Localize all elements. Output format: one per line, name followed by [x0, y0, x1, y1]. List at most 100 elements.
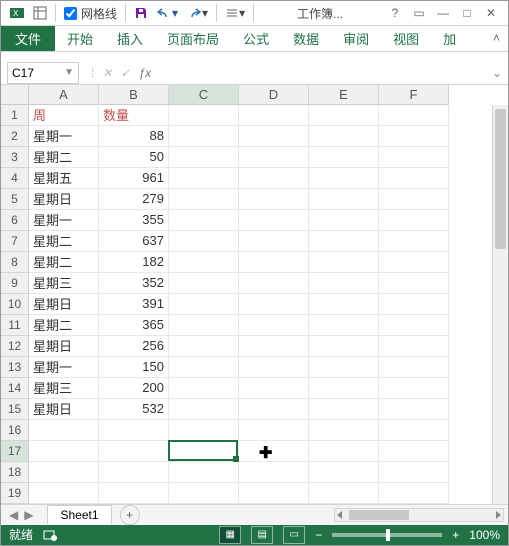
- cell[interactable]: [309, 315, 379, 336]
- zoom-slider[interactable]: [332, 533, 442, 537]
- cell[interactable]: [99, 441, 169, 462]
- cell[interactable]: [169, 147, 239, 168]
- fx-icon[interactable]: ƒx: [138, 66, 151, 80]
- cell[interactable]: 星期二: [29, 252, 99, 273]
- cell[interactable]: [379, 105, 449, 126]
- cell[interactable]: 50: [99, 147, 169, 168]
- cell[interactable]: 391: [99, 294, 169, 315]
- cell[interactable]: [309, 273, 379, 294]
- normal-view-icon[interactable]: [29, 1, 51, 25]
- cell[interactable]: [239, 126, 309, 147]
- row-header[interactable]: 5: [1, 189, 29, 210]
- cell[interactable]: 182: [99, 252, 169, 273]
- cell[interactable]: 星期日: [29, 399, 99, 420]
- cell[interactable]: [239, 147, 309, 168]
- column-header[interactable]: A: [29, 85, 99, 105]
- minimize-icon[interactable]: —: [436, 6, 450, 20]
- cell[interactable]: [309, 189, 379, 210]
- cell[interactable]: [379, 210, 449, 231]
- select-all-corner[interactable]: [1, 85, 29, 105]
- cell[interactable]: [239, 210, 309, 231]
- tab-review[interactable]: 审阅: [331, 26, 381, 51]
- cell[interactable]: [239, 315, 309, 336]
- cell[interactable]: 星期日: [29, 336, 99, 357]
- macro-record-icon[interactable]: [43, 528, 57, 542]
- cell[interactable]: [169, 231, 239, 252]
- sheet-tab[interactable]: Sheet1: [47, 505, 111, 524]
- column-header[interactable]: B: [99, 85, 169, 105]
- cell[interactable]: [169, 462, 239, 483]
- tab-formulas[interactable]: 公式: [231, 26, 281, 51]
- cell[interactable]: [239, 189, 309, 210]
- cell[interactable]: [169, 441, 239, 462]
- cell[interactable]: [309, 168, 379, 189]
- cell[interactable]: [379, 231, 449, 252]
- cell[interactable]: [239, 231, 309, 252]
- redo-icon[interactable]: ▾: [182, 1, 212, 25]
- cell[interactable]: [309, 105, 379, 126]
- cell[interactable]: [239, 357, 309, 378]
- cell[interactable]: [239, 378, 309, 399]
- expand-formula-bar-icon[interactable]: ⌄: [486, 66, 508, 80]
- cell[interactable]: [169, 378, 239, 399]
- cell[interactable]: 88: [99, 126, 169, 147]
- row-header[interactable]: 12: [1, 336, 29, 357]
- cell[interactable]: [239, 462, 309, 483]
- cell[interactable]: [309, 462, 379, 483]
- cell[interactable]: [309, 210, 379, 231]
- save-icon[interactable]: [130, 1, 152, 25]
- cell[interactable]: 星期五: [29, 168, 99, 189]
- cell[interactable]: [379, 294, 449, 315]
- row-header[interactable]: 3: [1, 147, 29, 168]
- horizontal-scrollbar[interactable]: [334, 508, 504, 522]
- tab-home[interactable]: 开始: [55, 26, 105, 51]
- cell[interactable]: [379, 357, 449, 378]
- worksheet-area[interactable]: ABCDEF1周数量2星期一883星期二504星期五9615星期日2796星期一…: [1, 85, 508, 504]
- row-header[interactable]: 9: [1, 273, 29, 294]
- row-header[interactable]: 15: [1, 399, 29, 420]
- cell[interactable]: [99, 420, 169, 441]
- row-header[interactable]: 18: [1, 462, 29, 483]
- cell[interactable]: [309, 378, 379, 399]
- cell[interactable]: 数量: [99, 105, 169, 126]
- cell[interactable]: [379, 420, 449, 441]
- row-header[interactable]: 7: [1, 231, 29, 252]
- cell[interactable]: 星期三: [29, 273, 99, 294]
- cell[interactable]: [379, 315, 449, 336]
- column-header[interactable]: D: [239, 85, 309, 105]
- chevron-down-icon[interactable]: ▼: [64, 67, 74, 78]
- cell[interactable]: [379, 336, 449, 357]
- view-page-layout-icon[interactable]: ▤: [251, 526, 273, 544]
- row-header[interactable]: 2: [1, 126, 29, 147]
- cell[interactable]: [309, 294, 379, 315]
- cell[interactable]: 星期一: [29, 126, 99, 147]
- cell[interactable]: [309, 336, 379, 357]
- column-header[interactable]: F: [379, 85, 449, 105]
- cell[interactable]: 355: [99, 210, 169, 231]
- zoom-in-button[interactable]: +: [452, 528, 459, 542]
- cell[interactable]: [379, 252, 449, 273]
- cell[interactable]: [169, 336, 239, 357]
- view-page-break-icon[interactable]: ▭: [283, 526, 305, 544]
- cell[interactable]: 周: [29, 105, 99, 126]
- row-header[interactable]: 14: [1, 378, 29, 399]
- close-icon[interactable]: ✕: [484, 6, 498, 20]
- cell[interactable]: 星期三: [29, 378, 99, 399]
- cell[interactable]: 532: [99, 399, 169, 420]
- cell[interactable]: [29, 483, 99, 504]
- cell[interactable]: 256: [99, 336, 169, 357]
- column-header[interactable]: C: [169, 85, 239, 105]
- cell[interactable]: 星期一: [29, 210, 99, 231]
- row-header[interactable]: 1: [1, 105, 29, 126]
- collapse-ribbon-icon[interactable]: ˄: [485, 26, 508, 51]
- sheet-nav-prev-icon[interactable]: ◀: [9, 508, 18, 522]
- tab-view[interactable]: 视图: [381, 26, 431, 51]
- cell[interactable]: [29, 462, 99, 483]
- cell[interactable]: [379, 462, 449, 483]
- row-header[interactable]: 6: [1, 210, 29, 231]
- cell[interactable]: [379, 378, 449, 399]
- cell[interactable]: [239, 336, 309, 357]
- cell[interactable]: [309, 231, 379, 252]
- cell[interactable]: [309, 420, 379, 441]
- cell[interactable]: 279: [99, 189, 169, 210]
